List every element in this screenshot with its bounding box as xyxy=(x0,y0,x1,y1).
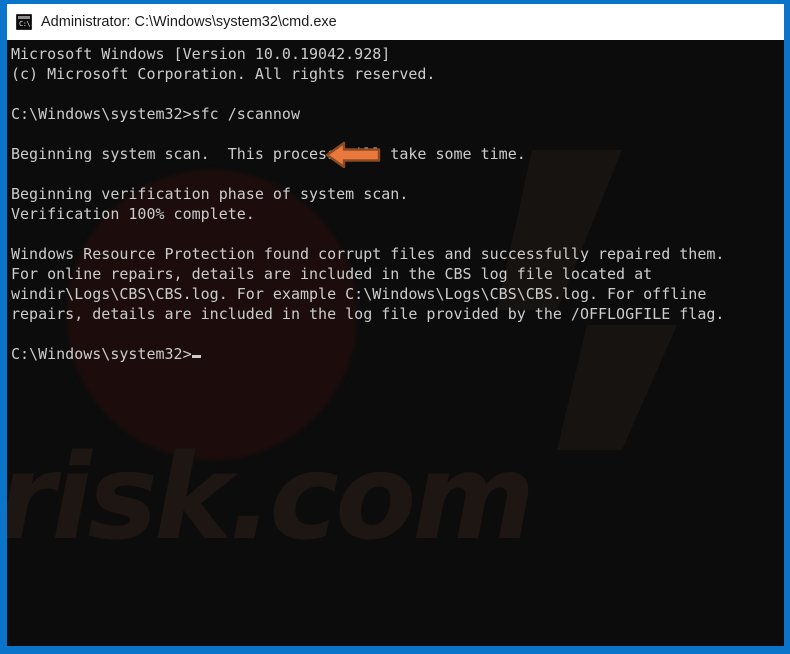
title-bar[interactable]: C:\. Administrator: C:\Windows\system32\… xyxy=(7,4,784,40)
terminal-line: Beginning verification phase of system s… xyxy=(11,185,409,203)
terminal-line: repairs, details are included in the log… xyxy=(11,305,725,323)
terminal-line: Microsoft Windows [Version 10.0.19042.92… xyxy=(11,45,391,63)
console-icon-titlestrip xyxy=(18,16,30,19)
terminal-line: Windows Resource Protection found corrup… xyxy=(11,245,725,263)
left-pointing-arrow-icon xyxy=(325,141,381,169)
terminal-text-block: Microsoft Windows [Version 10.0.19042.92… xyxy=(7,40,724,364)
terminal-cursor xyxy=(191,355,201,358)
terminal-line: (c) Microsoft Corporation. All rights re… xyxy=(11,65,436,83)
terminal-line: C:\Windows\system32>sfc /scannow xyxy=(11,105,300,123)
cmd-console-icon: C:\. xyxy=(16,14,34,30)
watermark-text: risk.com xyxy=(7,428,535,566)
terminal-line: For online repairs, details are included… xyxy=(11,265,653,283)
terminal-line: C:\Windows\system32> xyxy=(11,344,724,364)
terminal-line: windir\Logs\CBS\CBS.log. For example C:\… xyxy=(11,285,707,303)
console-icon-prompt-glyph: C:\. xyxy=(19,20,34,28)
terminal-line: Verification 100% complete. xyxy=(11,205,255,223)
console-output-area[interactable]: risk.com Microsoft Windows [Version 10.0… xyxy=(7,40,784,646)
window-title: Administrator: C:\Windows\system32\cmd.e… xyxy=(41,13,337,30)
console-window-frame: C:\. Administrator: C:\Windows\system32\… xyxy=(0,0,790,654)
